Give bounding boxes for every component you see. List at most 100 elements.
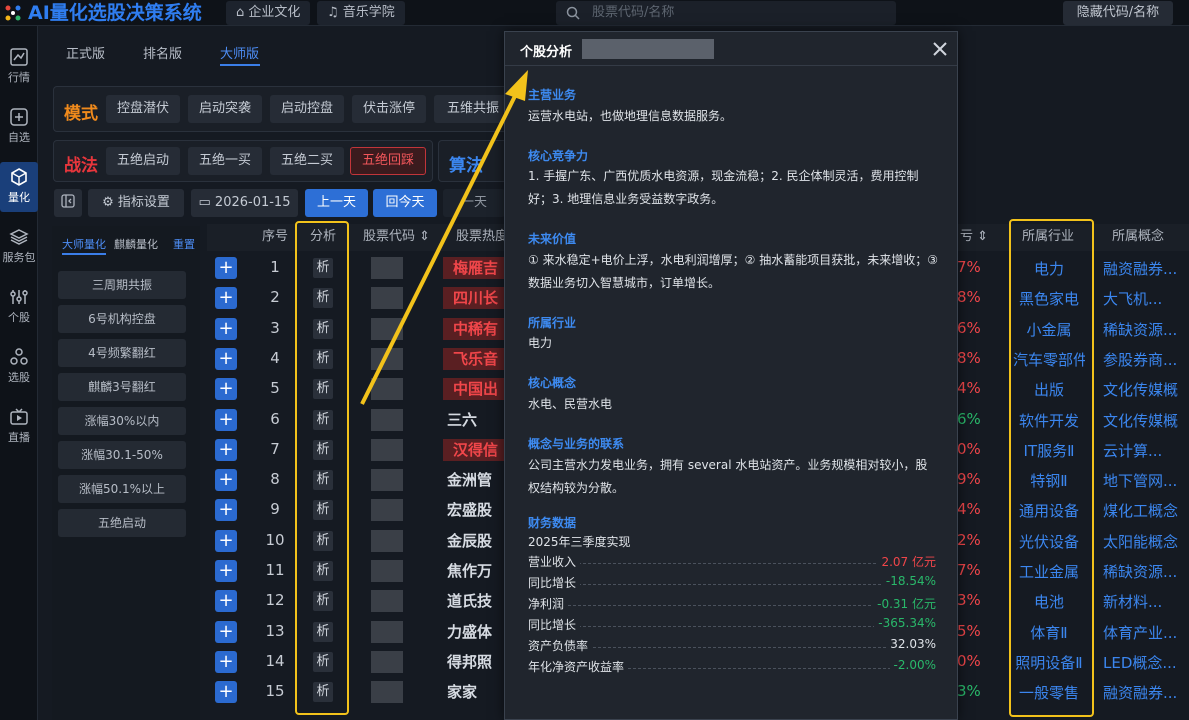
collapse-button[interactable] — [54, 189, 82, 217]
add-watchlist-button[interactable]: + — [215, 590, 237, 613]
tab-master[interactable]: 大师版 — [220, 43, 259, 62]
concept-cell[interactable]: 地下管网... — [1103, 470, 1189, 491]
mode-button-4[interactable]: 伏击涨停 — [352, 95, 426, 123]
header-heat[interactable]: 股票热度 — [456, 224, 508, 250]
concept-cell[interactable]: 大飞机... — [1103, 288, 1189, 309]
back-today-button[interactable]: 回今天 — [373, 189, 437, 217]
add-watchlist-button[interactable]: + — [215, 469, 237, 492]
tab-ranking[interactable]: 排名版 — [143, 43, 182, 62]
stock-name[interactable]: 汉得信 — [443, 438, 505, 461]
stock-name[interactable]: 宏盛股 — [447, 499, 505, 521]
nav-stock[interactable]: 个股 — [0, 282, 38, 332]
tactic-button-3[interactable]: 五绝二买 — [270, 147, 344, 175]
add-watchlist-button[interactable]: + — [215, 438, 237, 461]
subtab-master-quant[interactable]: 大师量化 — [62, 236, 106, 252]
stock-name[interactable]: 中国出 — [443, 378, 505, 401]
strategy-item[interactable]: 三周期共振 — [58, 271, 186, 299]
subtab-qilin-quant[interactable]: 麒麟量化 — [114, 236, 158, 252]
add-watchlist-button[interactable]: + — [215, 408, 237, 431]
stock-name[interactable]: 道氏技 — [447, 590, 505, 612]
layers-icon — [9, 229, 29, 245]
concept-cell[interactable]: 稀缺资源... — [1103, 561, 1189, 582]
concept-cell[interactable]: 云计算... — [1103, 440, 1189, 461]
stock-analysis-modal: 个股分析 主营业务 运营水电站，也做地理信息数据服务。 核心竞争力 1. 手握广… — [504, 31, 958, 720]
stock-name-redacted — [582, 39, 714, 59]
date-picker[interactable]: ▭ 2026-01-15 — [191, 189, 298, 217]
concept-cell[interactable]: 稀缺资源... — [1103, 319, 1189, 340]
add-watchlist-button[interactable]: + — [215, 681, 237, 704]
mode-button-5[interactable]: 五维共振 — [434, 95, 512, 123]
culture-button[interactable]: ⌂ 企业文化 — [226, 1, 311, 25]
mode-button-2[interactable]: 启动突袭 — [188, 95, 262, 123]
tactic-button-1[interactable]: 五绝启动 — [106, 147, 180, 175]
stock-name[interactable]: 得邦照 — [447, 651, 505, 673]
financial-row: 同比增长 -18.54% — [528, 574, 936, 594]
strategy-item[interactable]: 五绝启动 — [58, 509, 186, 537]
add-watchlist-button[interactable]: + — [215, 650, 237, 673]
nav-service-pack[interactable]: 服务包 — [0, 222, 38, 272]
building-icon: ⌂ — [236, 5, 249, 20]
close-button[interactable] — [929, 38, 951, 60]
tactic-button-2[interactable]: 五绝一买 — [188, 147, 262, 175]
reset-link[interactable]: 重置 — [173, 236, 195, 252]
strategy-item[interactable]: 麒麟3号翻红 — [58, 373, 186, 401]
header-code[interactable]: 股票代码 ⇕ — [363, 224, 430, 250]
add-watchlist-button[interactable]: + — [215, 347, 237, 370]
strategy-item[interactable]: 涨幅30.1-50% — [58, 441, 186, 469]
row-seq: 7 — [270, 439, 280, 458]
strategy-item[interactable]: 涨幅50.1%以上 — [58, 475, 186, 503]
add-watchlist-button[interactable]: + — [215, 287, 237, 310]
add-watchlist-button[interactable]: + — [215, 620, 237, 643]
prev-day-button[interactable]: 上一天 — [305, 189, 368, 217]
add-watchlist-button[interactable]: + — [215, 317, 237, 340]
stock-name[interactable]: 梅雁吉 — [443, 257, 505, 279]
stock-name[interactable]: 飞乐音 — [443, 347, 505, 370]
add-watchlist-button[interactable]: + — [215, 257, 237, 279]
strategy-item[interactable]: 6号机构控盘 — [58, 305, 186, 333]
add-watchlist-button[interactable]: + — [215, 560, 237, 582]
stock-name[interactable]: 力盛体 — [447, 621, 505, 643]
add-watchlist-button[interactable]: + — [215, 529, 237, 552]
header-pnl[interactable]: 亏 ⇕ — [960, 224, 988, 250]
search-input[interactable]: 股票代码/名称 — [556, 1, 896, 25]
concept-cell[interactable]: 文化传媒概 — [1103, 410, 1189, 431]
music-button[interactable]: ♫ 音乐学院 — [317, 1, 405, 25]
calendar-icon: ▭ — [198, 195, 215, 210]
concept-cell[interactable]: 体育产业... — [1103, 622, 1189, 643]
strategy-item[interactable]: 4号频繁翻红 — [58, 339, 186, 367]
stock-name[interactable]: 金洲管 — [447, 469, 505, 491]
stock-name[interactable]: 金辰股 — [447, 530, 505, 552]
stock-name[interactable]: 家家 — [447, 681, 505, 703]
nav-watchlist[interactable]: 自选 — [0, 102, 38, 152]
header-concept: 所属概念 — [1112, 229, 1165, 244]
add-watchlist-button[interactable]: + — [215, 378, 237, 401]
app-title: AI量化选股决策系统 — [28, 2, 202, 24]
mode-button-3[interactable]: 启动控盘 — [270, 95, 344, 123]
hide-code-button[interactable]: 隐藏代码/名称 — [1063, 1, 1173, 25]
row-seq: 8 — [270, 470, 280, 489]
tactic-button-4-active[interactable]: 五绝回踩 — [350, 147, 426, 175]
nav-live[interactable]: 直播 — [0, 402, 38, 452]
tab-official[interactable]: 正式版 — [66, 43, 105, 62]
stock-name[interactable]: 三六 — [447, 409, 505, 431]
nav-market[interactable]: 行情 — [0, 42, 38, 92]
indicator-settings-button[interactable]: ⚙ 指标设置 — [88, 189, 184, 217]
concept-cell[interactable]: 太阳能概念 — [1103, 531, 1189, 552]
stock-name[interactable]: 中稀有 — [443, 317, 505, 340]
next-day-button[interactable]: 一天 — [443, 189, 505, 217]
stock-name[interactable]: 四川长 — [443, 287, 505, 310]
mode-button-1[interactable]: 控盘潜伏 — [106, 95, 180, 123]
concept-cell[interactable]: 融资融券... — [1103, 682, 1189, 703]
concept-cell[interactable]: LED概念... — [1103, 652, 1189, 673]
stock-name[interactable]: 焦作万 — [447, 560, 505, 582]
add-watchlist-button[interactable]: + — [215, 499, 237, 522]
nav-stock-picker[interactable]: 选股 — [0, 342, 38, 392]
concept-cell[interactable]: 煤化工概念 — [1103, 500, 1189, 521]
concept-cell[interactable]: 参股券商... — [1103, 349, 1189, 370]
nav-quant[interactable]: 量化 — [0, 162, 38, 212]
concept-cell[interactable]: 融资融券... — [1103, 258, 1189, 279]
strategy-item[interactable]: 涨幅30%以内 — [58, 407, 186, 435]
concept-cell[interactable]: 文化传媒概 — [1103, 379, 1189, 400]
concept-cell[interactable]: 新材料... — [1103, 591, 1189, 612]
stock-code-redacted — [371, 287, 403, 310]
